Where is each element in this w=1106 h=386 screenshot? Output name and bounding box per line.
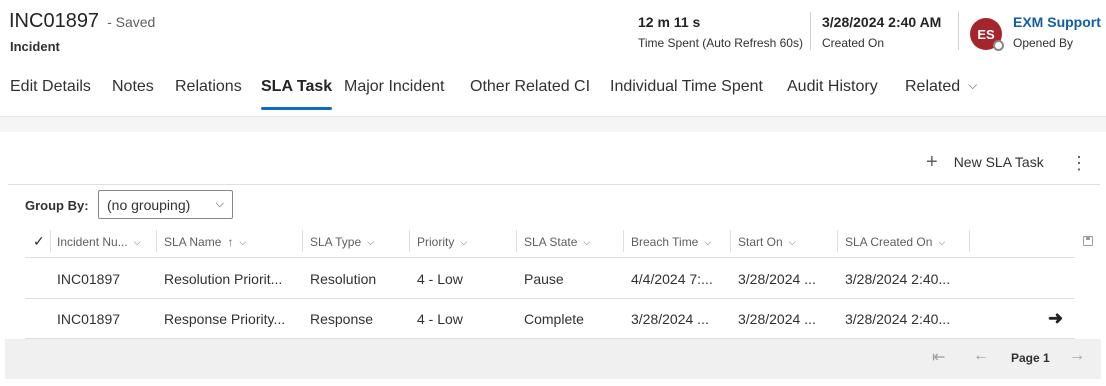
- tab-edit-details[interactable]: Edit Details: [10, 74, 91, 96]
- add-icon: +: [926, 151, 938, 173]
- cell-sla-name[interactable]: Response Priority...: [157, 299, 293, 339]
- column-divider: [969, 230, 970, 252]
- column-header-incident-number[interactable]: Incident Nu... ⌵: [50, 226, 156, 258]
- cell-sla-state: Pause: [524, 271, 564, 287]
- chevron-down-icon: ⌵: [367, 236, 374, 247]
- created-on-field: 3/28/2024 2:40 AM Created On: [822, 14, 941, 50]
- opened-by-label: Opened By: [1013, 36, 1074, 50]
- more-vertical-icon[interactable]: ⋮: [1070, 154, 1088, 172]
- opened-by-link[interactable]: EXM Support: [1013, 14, 1101, 30]
- column-label: Priority: [417, 235, 455, 249]
- cell-breach-time: 4/4/2024 7:...: [631, 271, 713, 287]
- column-header-priority[interactable]: Priority ⌵: [410, 226, 516, 258]
- chevron-down-icon: ⌵: [239, 236, 247, 247]
- column-label: Incident Nu...: [57, 235, 128, 249]
- next-page-icon[interactable]: →: [1069, 347, 1085, 365]
- column-label: SLA State: [524, 235, 578, 249]
- chevron-down-icon: ⌵: [938, 236, 946, 247]
- chevron-down-icon: ⌵: [460, 236, 468, 247]
- column-header-sla-state[interactable]: SLA State ⌵: [517, 226, 623, 258]
- cell-sla-type: Resolution: [310, 271, 377, 287]
- open-record-arrow-icon[interactable]: ➜: [1048, 308, 1063, 329]
- column-header-breach-time[interactable]: Breach Time ⌵: [624, 226, 730, 258]
- cell-sla-state: Complete: [524, 311, 584, 327]
- chevron-down-icon: ⌵: [704, 236, 712, 247]
- chevron-down-icon: ⌵: [133, 236, 141, 247]
- column-label: Breach Time: [631, 235, 699, 249]
- chevron-down-icon: ⌵: [968, 78, 978, 92]
- tab-related[interactable]: Related ⌵: [905, 74, 977, 96]
- sort-ascending-icon: ↑: [227, 235, 234, 249]
- chevron-down-icon: ⌵: [583, 236, 591, 247]
- tab-audit-history[interactable]: Audit History: [787, 74, 878, 96]
- time-spent-label: Time Spent (Auto Refresh 60s): [638, 36, 803, 50]
- cell-start-on: 3/28/2024 ...: [738, 271, 816, 287]
- save-view-icon[interactable]: [1083, 236, 1093, 246]
- cell-sla-name[interactable]: Resolution Priorit...: [157, 259, 293, 299]
- entity-name: Incident: [10, 39, 60, 54]
- page-number: Page 1: [1011, 351, 1050, 365]
- column-header-sla-created-on[interactable]: SLA Created On ⌵: [838, 226, 970, 258]
- time-spent-value: 12 m 11 s: [638, 14, 701, 30]
- tab-sla-task[interactable]: SLA Task: [261, 74, 333, 110]
- column-label: SLA Created On: [845, 235, 933, 249]
- grid-header: ✓ Incident Nu... ⌵ SLA Name ↑ ⌵ SLA Type ⌵ P…: [25, 226, 1075, 258]
- presence-status-icon: [993, 40, 1004, 51]
- column-label: SLA Name: [164, 235, 222, 249]
- tab-individual-time-spent[interactable]: Individual Time Spent: [610, 74, 763, 96]
- record-title: INC01897 - Saved: [9, 10, 155, 33]
- record-id: INC01897: [9, 10, 100, 32]
- group-by-label: Group By:: [25, 198, 89, 213]
- column-label: SLA Type: [310, 235, 362, 249]
- chevron-down-icon: ⌵: [788, 236, 796, 247]
- chevron-down-icon: ⌵: [215, 198, 224, 210]
- tab-notes[interactable]: Notes: [112, 74, 154, 96]
- section-separator: [0, 116, 1106, 132]
- new-sla-task-button[interactable]: + New SLA Task: [926, 151, 1044, 173]
- created-on-label: Created On: [822, 36, 885, 50]
- column-label: Start On: [738, 235, 783, 249]
- cell-incident-number[interactable]: INC01897: [50, 259, 156, 299]
- column-header-sla-name[interactable]: SLA Name ↑ ⌵: [157, 226, 302, 258]
- cell-sla-type: Response: [310, 311, 374, 327]
- cell-incident-number[interactable]: INC01897: [50, 299, 156, 339]
- tab-relations[interactable]: Relations: [175, 74, 242, 96]
- group-by-select[interactable]: (no grouping) ⌵: [98, 190, 233, 219]
- time-spent-field: 12 m 11 s Time Spent (Auto Refresh 60s): [638, 14, 803, 50]
- tab-major-incident[interactable]: Major Incident: [344, 74, 445, 96]
- select-all-checkmark-icon[interactable]: ✓: [33, 233, 45, 250]
- header-divider: [958, 12, 959, 50]
- cell-sla-created-on: 3/28/2024 2:40...: [845, 271, 951, 287]
- cell-breach-time: 3/28/2024 ...: [631, 311, 709, 327]
- opened-by-field: EXM Support Opened By: [1013, 14, 1101, 50]
- new-sla-task-label: New SLA Task: [953, 154, 1044, 170]
- table-row[interactable]: INC01897 Response Priority... Response 4…: [25, 299, 1075, 339]
- header-divider: [810, 12, 811, 50]
- previous-page-icon[interactable]: ←: [973, 347, 989, 365]
- column-header-start-on[interactable]: Start On ⌵: [731, 226, 837, 258]
- cell-sla-created-on: 3/28/2024 2:40...: [845, 311, 951, 327]
- cell-priority: 4 - Low: [417, 311, 463, 327]
- cell-start-on: 3/28/2024 ...: [738, 311, 816, 327]
- tab-related-label: Related: [905, 78, 961, 95]
- group-by-value: (no grouping): [107, 196, 191, 213]
- save-status: - Saved: [107, 14, 156, 30]
- grid-footer: ⇤ ← Page 1 →: [5, 339, 1101, 379]
- first-page-icon[interactable]: ⇤: [932, 347, 945, 367]
- created-on-value: 3/28/2024 2:40 AM: [822, 14, 942, 30]
- cell-priority: 4 - Low: [417, 271, 463, 287]
- command-bar-divider: [8, 184, 1100, 185]
- column-header-sla-type[interactable]: SLA Type ⌵: [303, 226, 409, 258]
- tab-other-related-ci[interactable]: Other Related CI: [470, 74, 590, 96]
- table-row[interactable]: INC01897 Resolution Priorit... Resolutio…: [25, 259, 1075, 299]
